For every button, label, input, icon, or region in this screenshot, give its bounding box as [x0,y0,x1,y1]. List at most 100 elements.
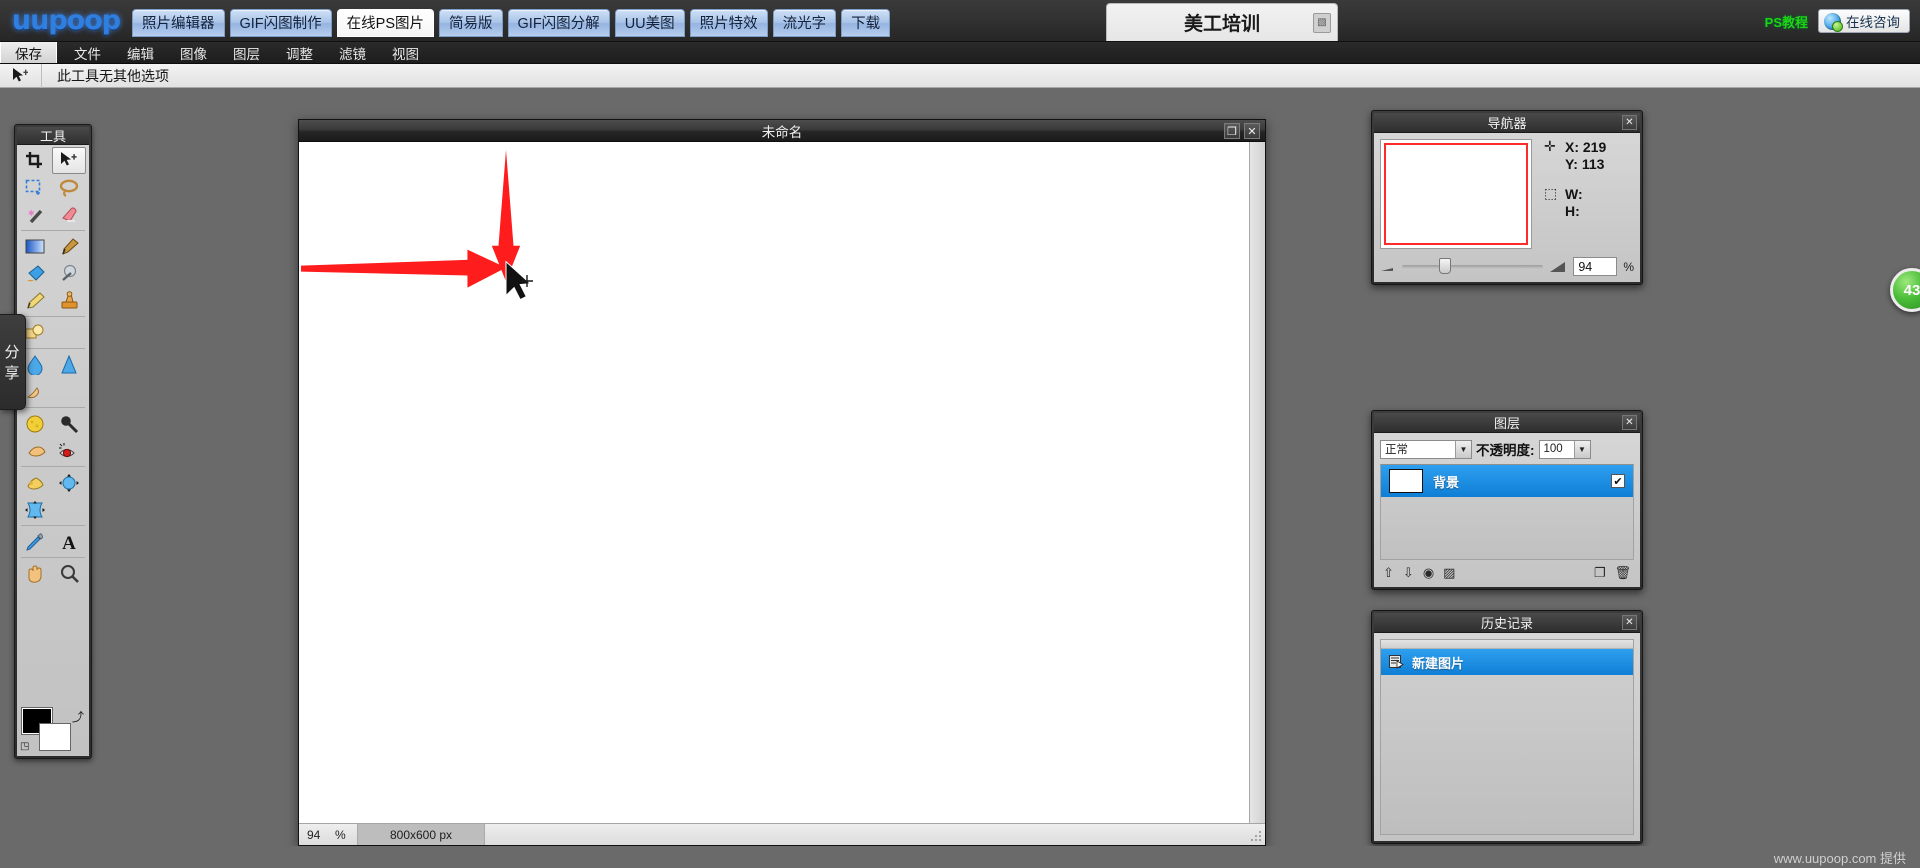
canvas-zoom-value[interactable]: 94 [299,828,335,842]
type-tool-icon[interactable]: A [52,528,86,555]
menu-item-2[interactable]: 图像 [167,42,220,63]
document-icon [1389,655,1404,669]
crop-tool-icon[interactable] [18,147,52,174]
layer-row[interactable]: 背景 ✔ [1381,465,1633,497]
spot-heal-tool-icon[interactable] [18,469,52,496]
move-layer-down-button[interactable]: ⇩ [1403,565,1414,581]
history-item[interactable]: 新建图片 [1381,649,1633,675]
online-consult-button[interactable]: 在线咨询 [1818,9,1910,33]
toolbox-title: 工具 [17,127,89,145]
eyedropper-tool-icon[interactable] [18,528,52,555]
gradient-tool-icon[interactable] [18,233,52,260]
history-item-label: 新建图片 [1412,655,1465,671]
close-icon[interactable]: ✕ [1244,123,1260,139]
share-tab[interactable]: 分 享 [0,314,26,410]
layers-panel: 图层 ✕ 正常 ▼ 不透明度: 100 ▼ 背景 ✔ ⇧ ⇩ ◉ ▨ ❐ 🗑 [1371,410,1643,590]
vertical-scrollbar[interactable] [1249,142,1265,823]
zoom-in-icon[interactable] [1549,260,1567,274]
maximize-icon[interactable]: ❐ [1224,123,1240,139]
nav-tab-6[interactable]: 照片特效 [689,8,768,37]
magic-wand-tool-icon[interactable] [18,201,52,228]
move-tool-icon[interactable] [0,63,42,88]
move-tool-icon[interactable] [52,147,86,174]
nav-tab-2[interactable]: 在线PS图片 [336,8,435,37]
chevron-down-icon[interactable]: ▼ [1455,440,1471,458]
document-titlebar[interactable]: 未命名 ❐ ✕ [299,120,1265,142]
sharpen-tool-icon[interactable] [52,351,86,378]
floating-badge[interactable]: 43 [1890,268,1920,312]
bloat-tool-icon[interactable] [52,469,86,496]
new-layer-button[interactable]: ❐ [1594,565,1606,581]
zoom-tool-icon[interactable] [52,560,86,587]
swap-colors-icon[interactable]: ⤴ [72,708,84,725]
nav-tab-4[interactable]: GIF闪图分解 [507,8,610,37]
layer-name: 背景 [1433,474,1460,490]
hand-tool-icon[interactable] [18,560,52,587]
navigator-titlebar[interactable]: 导航器 ✕ [1374,113,1640,133]
nav-tab-1[interactable]: GIF闪图制作 [229,8,332,37]
window-tab-meigong-peixun[interactable]: 美工培训 ▧ [1106,3,1338,41]
nav-tab-0[interactable]: 照片编辑器 [132,8,225,37]
navigator-zoom-slider[interactable] [1402,257,1544,274]
background-color-swatch[interactable] [40,724,70,750]
eraser-tool-icon[interactable] [52,201,86,228]
navigator-view-box[interactable] [1384,143,1528,245]
navigator-zoom-slider-handle[interactable] [1438,257,1451,274]
paint-bucket-tool-icon[interactable] [18,260,52,287]
canvas[interactable] [299,142,1265,823]
move-layer-up-button[interactable]: ⇧ [1383,565,1394,581]
zoom-out-icon[interactable] [1380,261,1396,273]
menu-item-0[interactable]: 文件 [61,42,114,63]
opacity-value: 100 [1543,443,1563,455]
menu-item-4[interactable]: 调整 [273,42,326,63]
history-titlebar[interactable]: 历史记录 ✕ [1374,613,1640,633]
canvas-dimensions: 800x600 px [357,824,485,845]
menu-item-3[interactable]: 图层 [220,42,273,63]
share-tab-char-2: 享 [4,365,21,382]
nav-tab-7[interactable]: 流光字 [772,8,837,37]
reset-colors-icon[interactable]: ◳ [20,741,29,752]
layer-list: 背景 ✔ [1380,464,1634,560]
red-eye-tool-icon[interactable] [52,437,86,464]
stamp-tool-icon[interactable] [52,287,86,314]
layer-styles-button[interactable]: ▨ [1443,565,1455,581]
x-label: X: [1565,139,1579,155]
chevron-down-icon[interactable]: ▼ [1573,440,1590,458]
history-panel: 历史记录 ✕ 新建图片 [1371,610,1643,844]
menu-item-5[interactable]: 滤镜 [326,42,379,63]
sponge-tool-icon[interactable] [18,410,52,437]
nav-tab-5[interactable]: UU美图 [614,8,685,37]
layer-visibility-checkbox[interactable]: ✔ [1611,474,1625,488]
nav-tab-8[interactable]: 下载 [841,8,891,37]
close-icon[interactable]: ✕ [1622,115,1637,130]
menu-item-1[interactable]: 编辑 [114,42,167,63]
opacity-select[interactable]: 100 ▼ [1538,439,1591,459]
menu-item-6[interactable]: 视图 [379,42,432,63]
resize-grip-icon[interactable] [1251,831,1263,843]
brush-tool-icon[interactable] [52,233,86,260]
close-icon[interactable]: ✕ [1622,415,1637,430]
document-status-bar: 94 % 800x600 px [299,823,1265,845]
navigator-thumbnail[interactable] [1380,139,1532,249]
clone-stamp-tool-icon[interactable] [52,260,86,287]
uupoop-logo[interactable]: uupoop [0,0,132,42]
nav-tab-3[interactable]: 简易版 [439,8,503,37]
marquee-select-tool-icon[interactable] [18,174,52,201]
image-icon: ▧ [1313,12,1331,33]
burn-tool-icon[interactable] [18,437,52,464]
ps-tutorial-link[interactable]: PS教程 [1765,12,1808,31]
dodge-tool-icon[interactable] [52,410,86,437]
pencil-tool-icon[interactable] [18,287,52,314]
menu-save-button[interactable]: 保存 [0,42,57,63]
delete-layer-button[interactable]: 🗑 [1614,565,1631,581]
navigator-zoom-slider-row: 94 % [1380,257,1634,276]
top-right-actions: PS教程 在线咨询 [1765,0,1910,42]
layers-toolbar: ⇧ ⇩ ◉ ▨ ❐ 🗑 [1380,565,1634,581]
lasso-tool-icon[interactable] [52,174,86,201]
pinch-tool-icon[interactable] [18,496,52,523]
blend-mode-select[interactable]: 正常 ▼ [1380,439,1472,459]
navigator-zoom-input[interactable]: 94 [1573,257,1618,276]
layer-mask-button[interactable]: ◉ [1423,565,1434,581]
layers-titlebar[interactable]: 图层 ✕ [1374,413,1640,433]
close-icon[interactable]: ✕ [1622,615,1637,630]
